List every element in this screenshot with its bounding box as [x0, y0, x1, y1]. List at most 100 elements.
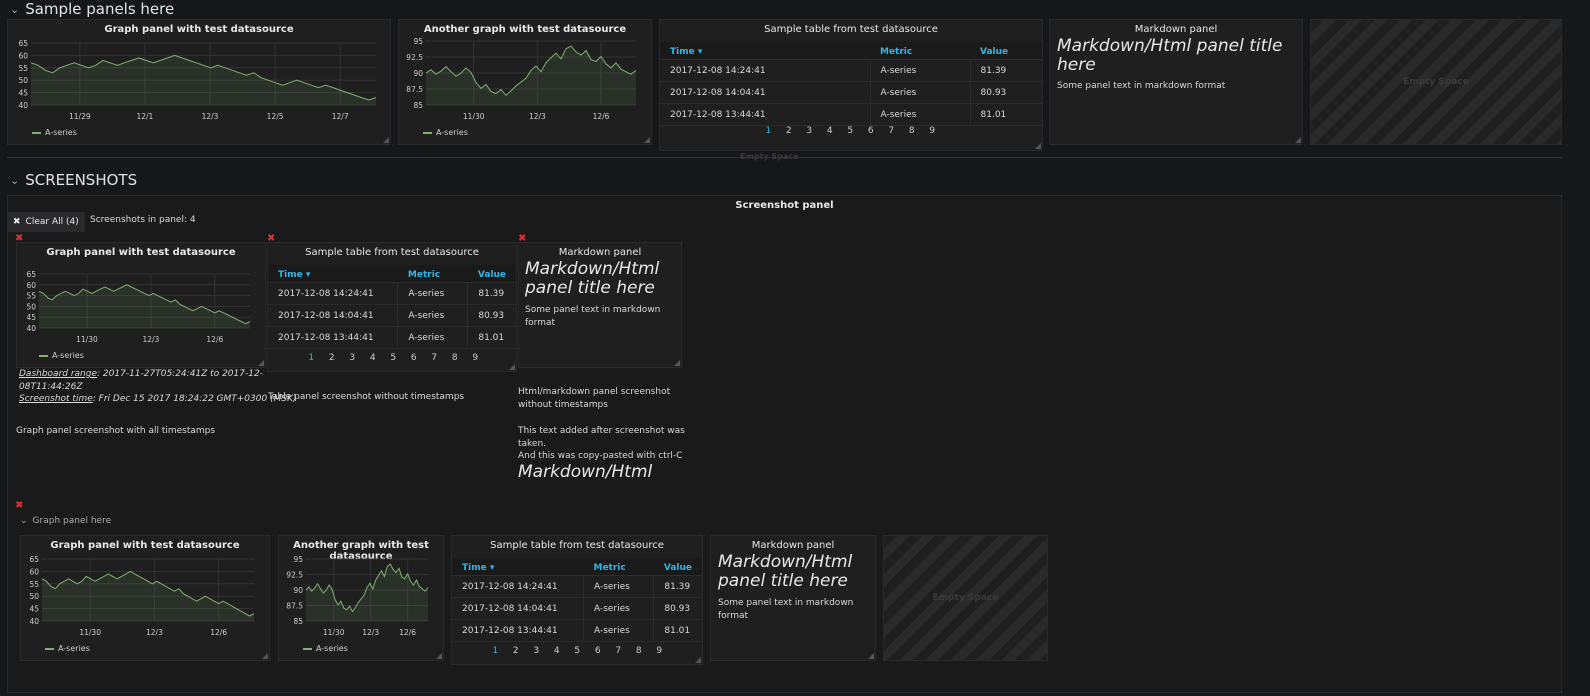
page-link[interactable]: 8	[902, 126, 923, 136]
page-link[interactable]: 7	[881, 126, 902, 136]
graph-panel-2[interactable]: Another graph with test datasource 85 87.…	[398, 19, 652, 145]
legend-label: A-series	[45, 128, 77, 137]
column-header-time: Time ▾	[452, 558, 584, 576]
series-swatch	[423, 131, 432, 134]
resize-handle[interactable]	[383, 137, 389, 143]
cell: 81.01	[653, 619, 702, 642]
column-header-metric[interactable]: Metric	[870, 42, 970, 60]
cell: 81.01	[467, 326, 516, 349]
pagination: 123456789	[758, 126, 943, 136]
page-link[interactable]: 6	[861, 126, 882, 136]
panel-title: Markdown panel	[558, 247, 642, 258]
page-link: 3	[349, 353, 356, 363]
clear-all-button[interactable]: ✖ Clear All (4)	[7, 212, 85, 232]
cell: 2017-12-08 14:04:41	[268, 304, 399, 327]
markdown-panel[interactable]: Markdown panel Markdown/Html panel title…	[1049, 19, 1303, 145]
y-tick-label: 92.5	[286, 571, 303, 580]
empty-space-panel: Empty Space	[1310, 19, 1562, 145]
page-link: 4	[369, 353, 376, 363]
markdown-text: Some panel text in markdown format	[525, 305, 661, 329]
data-table: Time ▾ Metric Value 2017-12-08 14:24:41 A…	[660, 42, 1042, 126]
column-header-metric: Metric	[583, 558, 654, 576]
column-header-time[interactable]: Time ▾	[660, 42, 870, 60]
resize-handle	[674, 360, 680, 366]
table-row: 2017-12-08 13:44:41 A-series 81.01	[268, 326, 516, 349]
html-caption: Html/markdown panel screenshot without t…	[518, 387, 671, 411]
legend-label: A-series	[316, 644, 348, 653]
y-tick-label: 40	[26, 324, 36, 333]
page-link[interactable]: 9	[922, 126, 943, 136]
x-tick-label: 11/30	[76, 335, 98, 344]
resize-handle	[695, 657, 701, 663]
legend-item: A-series	[45, 644, 90, 653]
column-header-value: Value	[653, 558, 702, 576]
cell: 2017-12-08 13:44:41	[452, 619, 584, 642]
page-link: 7	[431, 353, 438, 363]
cell: 80.93	[970, 81, 1042, 104]
legend-item[interactable]: A-series	[423, 128, 468, 137]
y-tick-label: 50	[18, 76, 28, 85]
screenshot-time-value: : Fri Dec 15 2017 18:24:22 GMT+0300 (MSK…	[92, 394, 297, 404]
y-tick-label: 55	[29, 580, 39, 589]
page-link: 5	[574, 646, 581, 656]
row-header-sample-panels[interactable]: ⌄ Sample panels here	[10, 0, 174, 18]
x-tick-label: 12/6	[399, 628, 416, 637]
resize-handle[interactable]	[1035, 143, 1041, 149]
y-tick-label: 40	[18, 101, 28, 110]
screenshot-time-note: Screenshot time: Fri Dec 15 2017 18:24:2…	[19, 393, 296, 406]
panel-title: Markdown panel	[1134, 24, 1218, 35]
page-link[interactable]: 2	[779, 126, 800, 136]
column-header-time: Time ▾	[268, 265, 398, 283]
page-link[interactable]: 3	[799, 126, 820, 136]
page-link: 2	[512, 646, 519, 656]
resize-handle[interactable]	[644, 137, 650, 143]
chevron-down-icon: ⌄	[10, 2, 20, 16]
empty-space-label: Empty Space	[932, 593, 999, 603]
pasted-heading: Markdown/Html	[518, 462, 653, 482]
resize-handle	[262, 653, 268, 659]
remove-screenshot-icon[interactable]: ✖	[15, 500, 23, 511]
page-link: 1	[492, 646, 499, 656]
row-title-text: Graph panel here	[32, 516, 112, 526]
markdown-heading: Markdown/Html panel title here	[718, 552, 853, 592]
screenshot-row-table: Sample table from test datasource Time ▾…	[451, 535, 703, 665]
table-row: 2017-12-08 14:04:41 A-series 80.93	[268, 304, 516, 327]
legend-item[interactable]: A-series	[32, 128, 77, 137]
y-tick-label: 65	[26, 270, 36, 279]
table-row: 2017-12-08 14:24:41 A-series 81.39	[660, 59, 1042, 82]
resize-handle[interactable]	[1295, 137, 1301, 143]
cell: 2017-12-08 14:04:41	[660, 81, 871, 104]
cell: 2017-12-08 13:44:41	[660, 103, 871, 126]
table-panel[interactable]: Sample table from test datasource Time ▾…	[659, 19, 1043, 151]
column-header-value[interactable]: Value	[970, 42, 1042, 60]
page-link: 9	[472, 353, 479, 363]
data-table: Time ▾ Metric Value 2017-12-08 14:24:41 A…	[268, 265, 516, 349]
graph-panel-1[interactable]: Graph panel with test datasource 40 45 50 5…	[7, 19, 391, 145]
page-link: 7	[615, 646, 622, 656]
clear-all-label: Clear All (4)	[25, 217, 79, 227]
y-tick-label: 40	[29, 617, 39, 626]
markdown-text: Some panel text in markdown format	[718, 598, 854, 622]
x-tick-label: 12/3	[142, 335, 159, 344]
table-row: 2017-12-08 13:44:41 A-series 81.01	[660, 103, 1042, 126]
y-tick-label: 95	[293, 555, 303, 564]
cell: A-series	[397, 304, 469, 327]
y-tick-label: 85	[293, 617, 303, 626]
panel-title: Sample table from test datasource	[490, 540, 664, 551]
chevron-down-icon: ⌄	[20, 516, 28, 526]
page-link[interactable]: 4	[820, 126, 841, 136]
empty-space-label: Empty Space	[1403, 77, 1469, 87]
page-link[interactable]: 5	[840, 126, 861, 136]
y-tick-label: 60	[29, 567, 39, 576]
x-tick-label: 12/7	[332, 112, 349, 121]
cell: A-series	[870, 103, 971, 126]
cell: A-series	[583, 619, 655, 642]
markdown-text: Some panel text in markdown format	[1057, 81, 1226, 91]
page-link[interactable]: 1	[758, 126, 779, 136]
x-tick-label: 12/3	[202, 112, 219, 121]
x-tick-label: 12/3	[362, 628, 379, 637]
row-header-screenshots[interactable]: ⌄ SCREENSHOTS	[10, 171, 137, 189]
screenshot-row-graph-1: Graph panel with test datasource 40 45 50 5…	[20, 535, 270, 661]
row-header-graph-panel: ⌄ Graph panel here	[20, 516, 111, 526]
y-tick-label: 87.5	[286, 602, 303, 611]
